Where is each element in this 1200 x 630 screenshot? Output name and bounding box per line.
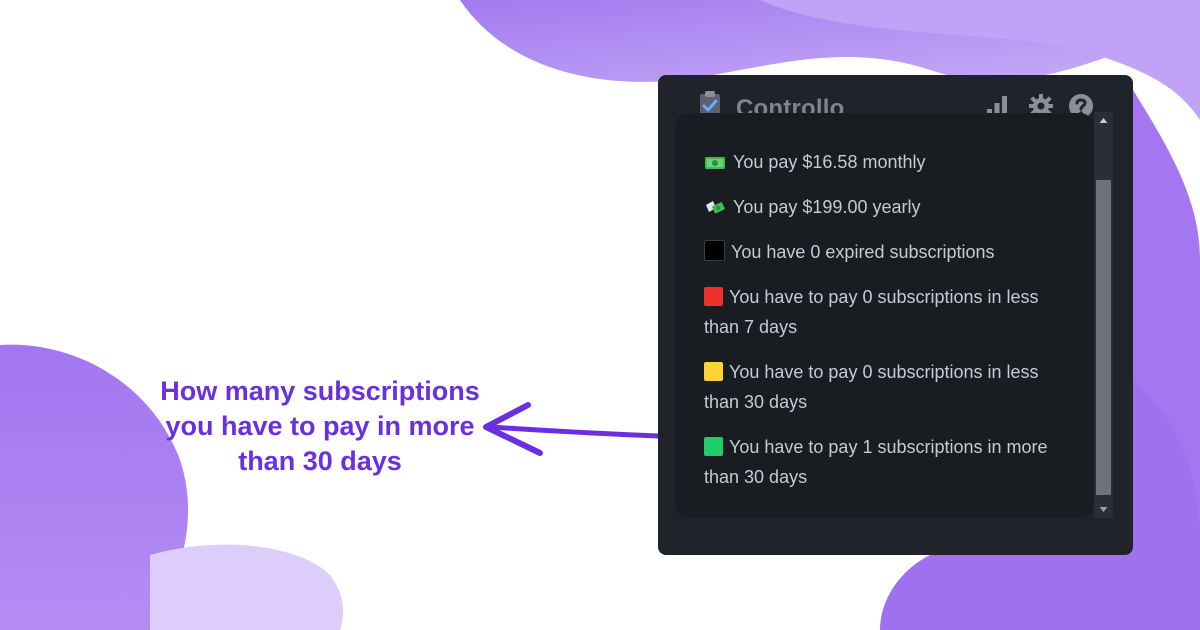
black-square-icon [704, 240, 725, 261]
stat-more-30-days: You have to pay 1 subscriptions in more … [704, 437, 1048, 487]
stat-yearly: You pay $199.00 yearly [704, 192, 1049, 222]
stat-monthly: You pay $16.58 monthly [704, 147, 1049, 177]
green-square-icon [704, 437, 723, 456]
stat-expired: You have 0 expired subscriptions [704, 237, 1049, 267]
stats-list: You pay $16.58 monthly You pay $199.00 y… [704, 147, 1049, 507]
annotation-text: How many subscriptions you have to pay i… [160, 376, 480, 476]
triangle-down-icon [1099, 507, 1108, 512]
scroll-up-button[interactable] [1094, 112, 1113, 129]
money-bill-icon [705, 157, 725, 169]
stats-panel: You pay $16.58 monthly You pay $199.00 y… [675, 113, 1094, 518]
triangle-up-icon [1099, 118, 1108, 123]
extension-window: Controllo You pay $16.58 monthly You pay… [658, 75, 1133, 555]
scroll-down-button[interactable] [1094, 501, 1113, 518]
yellow-square-icon [704, 362, 723, 381]
stat-less-7-days: You have to pay 0 subscriptions in less … [704, 287, 1039, 337]
scroll-thumb[interactable] [1096, 180, 1111, 495]
left-light-blob [150, 544, 343, 630]
stat-less-30-days: You have to pay 0 subscriptions in less … [704, 362, 1039, 412]
money-with-wings-icon [706, 201, 725, 214]
red-square-icon [704, 287, 723, 306]
scrollbar[interactable] [1094, 112, 1113, 518]
